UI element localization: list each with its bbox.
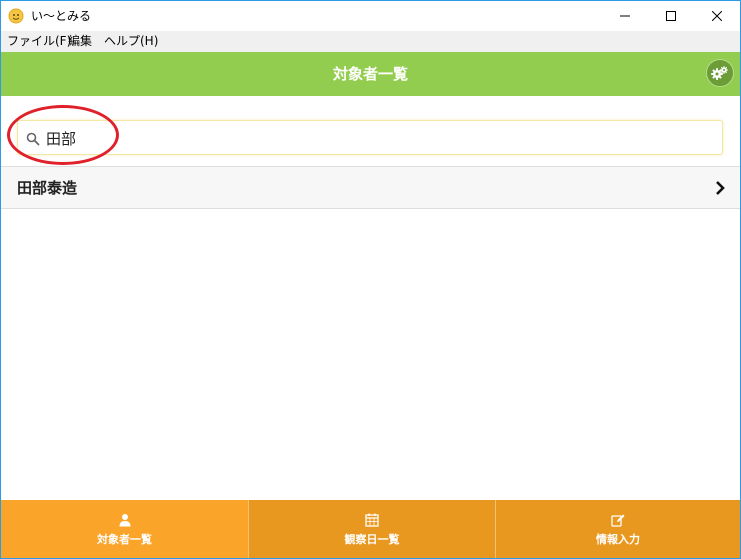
edit-icon [611, 514, 625, 527]
search-icon [26, 132, 40, 146]
window-title: い〜とみる [31, 9, 92, 23]
list-item[interactable]: 田部泰造 [1, 166, 740, 209]
maximize-button[interactable] [648, 1, 694, 31]
menu-bar: ファイル(F) 編集 ヘルプ(H) [1, 31, 740, 52]
menu-edit[interactable]: 編集 [68, 34, 92, 49]
app-window: い〜とみる ファイル(F) 編集 ヘルプ(H) 対象者一覧 田部 田部泰造 対象… [0, 0, 741, 559]
maximize-icon [666, 11, 676, 21]
tab-label: 情報入力 [596, 532, 640, 546]
page-title: 対象者一覧 [332, 65, 408, 83]
gears-icon [711, 66, 728, 80]
page-header: 対象者一覧 [1, 52, 740, 96]
tab-observation-dates[interactable]: 観察日一覧 [248, 500, 495, 558]
chevron-right-icon [716, 181, 725, 195]
menu-help[interactable]: ヘルプ(H) [104, 34, 158, 49]
search-area [1, 96, 740, 166]
search-box[interactable] [17, 120, 723, 155]
title-bar[interactable]: い〜とみる [1, 1, 740, 31]
subject-name: 田部泰造 [17, 179, 78, 197]
tab-label: 観察日一覧 [344, 532, 400, 546]
minimize-icon [620, 15, 630, 17]
close-button[interactable] [694, 1, 740, 31]
user-icon [119, 513, 130, 526]
app-logo-icon [8, 8, 24, 24]
search-input[interactable] [46, 127, 706, 149]
tab-label: 対象者一覧 [97, 532, 152, 546]
tab-info-input[interactable]: 情報入力 [495, 500, 740, 558]
menu-file[interactable]: ファイル(F) [7, 34, 71, 49]
bottom-tab-bar: 対象者一覧 観察日一覧 情報入力 [1, 500, 740, 558]
calendar-icon [365, 513, 379, 527]
tab-subject-list[interactable]: 対象者一覧 [1, 500, 248, 558]
settings-button[interactable] [706, 59, 734, 87]
close-icon [712, 11, 722, 21]
minimize-button[interactable] [602, 1, 648, 31]
